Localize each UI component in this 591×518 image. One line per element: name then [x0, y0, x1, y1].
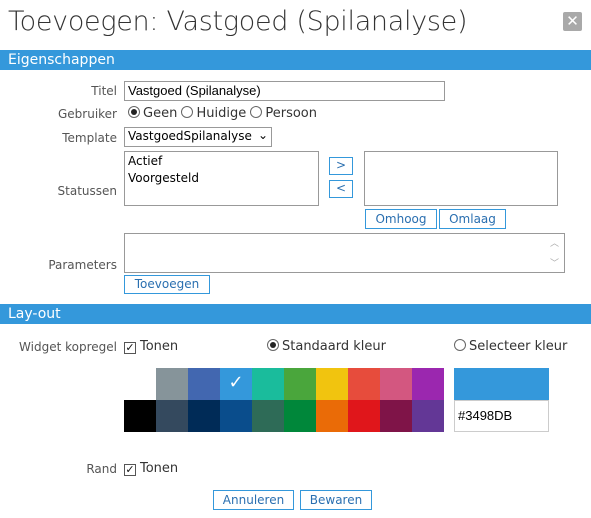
widget-kopregel-label: Widget kopregel: [19, 340, 117, 354]
gebruiker-radio-group: Geen Huidige Persoon: [128, 106, 317, 121]
color-swatch[interactable]: [188, 368, 220, 400]
omlaag-button[interactable]: Omlaag: [439, 209, 506, 229]
scroll-down-icon[interactable]: ﹀: [550, 256, 559, 269]
section-eigenschappen: Eigenschappen: [0, 50, 591, 70]
color-palette: ✓: [124, 368, 444, 432]
rand-label: Rand: [86, 462, 117, 476]
color-swatch[interactable]: [412, 400, 444, 432]
statussen-selected-list[interactable]: [364, 151, 558, 206]
parameters-label: Parameters: [48, 258, 117, 272]
statussen-available-list[interactable]: Actief Voorgesteld: [124, 151, 319, 206]
list-item[interactable]: Actief: [128, 153, 315, 170]
template-label: Template: [62, 131, 117, 145]
color-swatch[interactable]: [380, 400, 412, 432]
toevoegen-button[interactable]: Toevoegen: [124, 275, 210, 294]
color-preview: [454, 368, 549, 400]
radio-persoon[interactable]: Persoon: [250, 106, 317, 121]
color-swatch[interactable]: [380, 368, 412, 400]
titel-input[interactable]: Vastgoed (Spilanalyse): [124, 81, 445, 101]
checkmark-icon: ✓: [228, 372, 244, 393]
scroll-up-icon[interactable]: ︿: [550, 236, 559, 249]
checkbox-icon: ✓: [124, 463, 136, 476]
widget-tonen-checkbox[interactable]: ✓ Tonen: [124, 339, 178, 354]
checkbox-icon: ✓: [124, 341, 136, 354]
titel-label: Titel: [91, 84, 117, 98]
close-icon[interactable]: ✕: [563, 12, 582, 31]
color-swatch[interactable]: [316, 400, 348, 432]
bewaren-button[interactable]: Bewaren: [300, 490, 372, 510]
statussen-label: Statussen: [57, 184, 117, 198]
color-swatch[interactable]: [316, 368, 348, 400]
list-item[interactable]: Voorgesteld: [128, 170, 315, 187]
radio-selecteer-kleur[interactable]: Selecteer kleur: [454, 339, 567, 354]
color-swatch[interactable]: [220, 400, 252, 432]
annuleren-button[interactable]: Annuleren: [213, 490, 294, 510]
move-right-button[interactable]: >: [329, 157, 353, 175]
color-swatch[interactable]: [124, 400, 156, 432]
color-swatch[interactable]: [156, 368, 188, 400]
color-hex-input[interactable]: #3498DB: [454, 400, 549, 432]
color-swatch[interactable]: [284, 400, 316, 432]
template-select[interactable]: VastgoedSpilanalyse ⌄: [124, 127, 272, 147]
gebruiker-label: Gebruiker: [57, 107, 117, 121]
radio-geen[interactable]: Geen: [128, 106, 177, 121]
parameters-textarea[interactable]: [124, 233, 565, 273]
section-layout: Lay-out: [0, 304, 591, 324]
color-swatch[interactable]: [348, 368, 380, 400]
color-swatch[interactable]: ✓: [220, 368, 252, 400]
move-left-button[interactable]: <: [329, 180, 353, 198]
color-swatch[interactable]: [188, 400, 220, 432]
color-swatch[interactable]: [284, 368, 316, 400]
chevron-down-icon: ⌄: [257, 128, 268, 142]
color-swatch[interactable]: [412, 368, 444, 400]
radio-standaard-kleur[interactable]: Standaard kleur: [267, 339, 386, 354]
color-swatch[interactable]: [156, 400, 188, 432]
color-swatch[interactable]: [252, 400, 284, 432]
color-swatch[interactable]: [252, 368, 284, 400]
rand-tonen-checkbox[interactable]: ✓ Tonen: [124, 461, 178, 476]
radio-huidige[interactable]: Huidige: [181, 106, 246, 121]
omhoog-button[interactable]: Omhoog: [365, 209, 437, 229]
color-swatch[interactable]: [348, 400, 380, 432]
dialog-title: Toevoegen: Vastgoed (Spilanalyse): [8, 6, 468, 37]
color-swatch[interactable]: [124, 368, 156, 400]
